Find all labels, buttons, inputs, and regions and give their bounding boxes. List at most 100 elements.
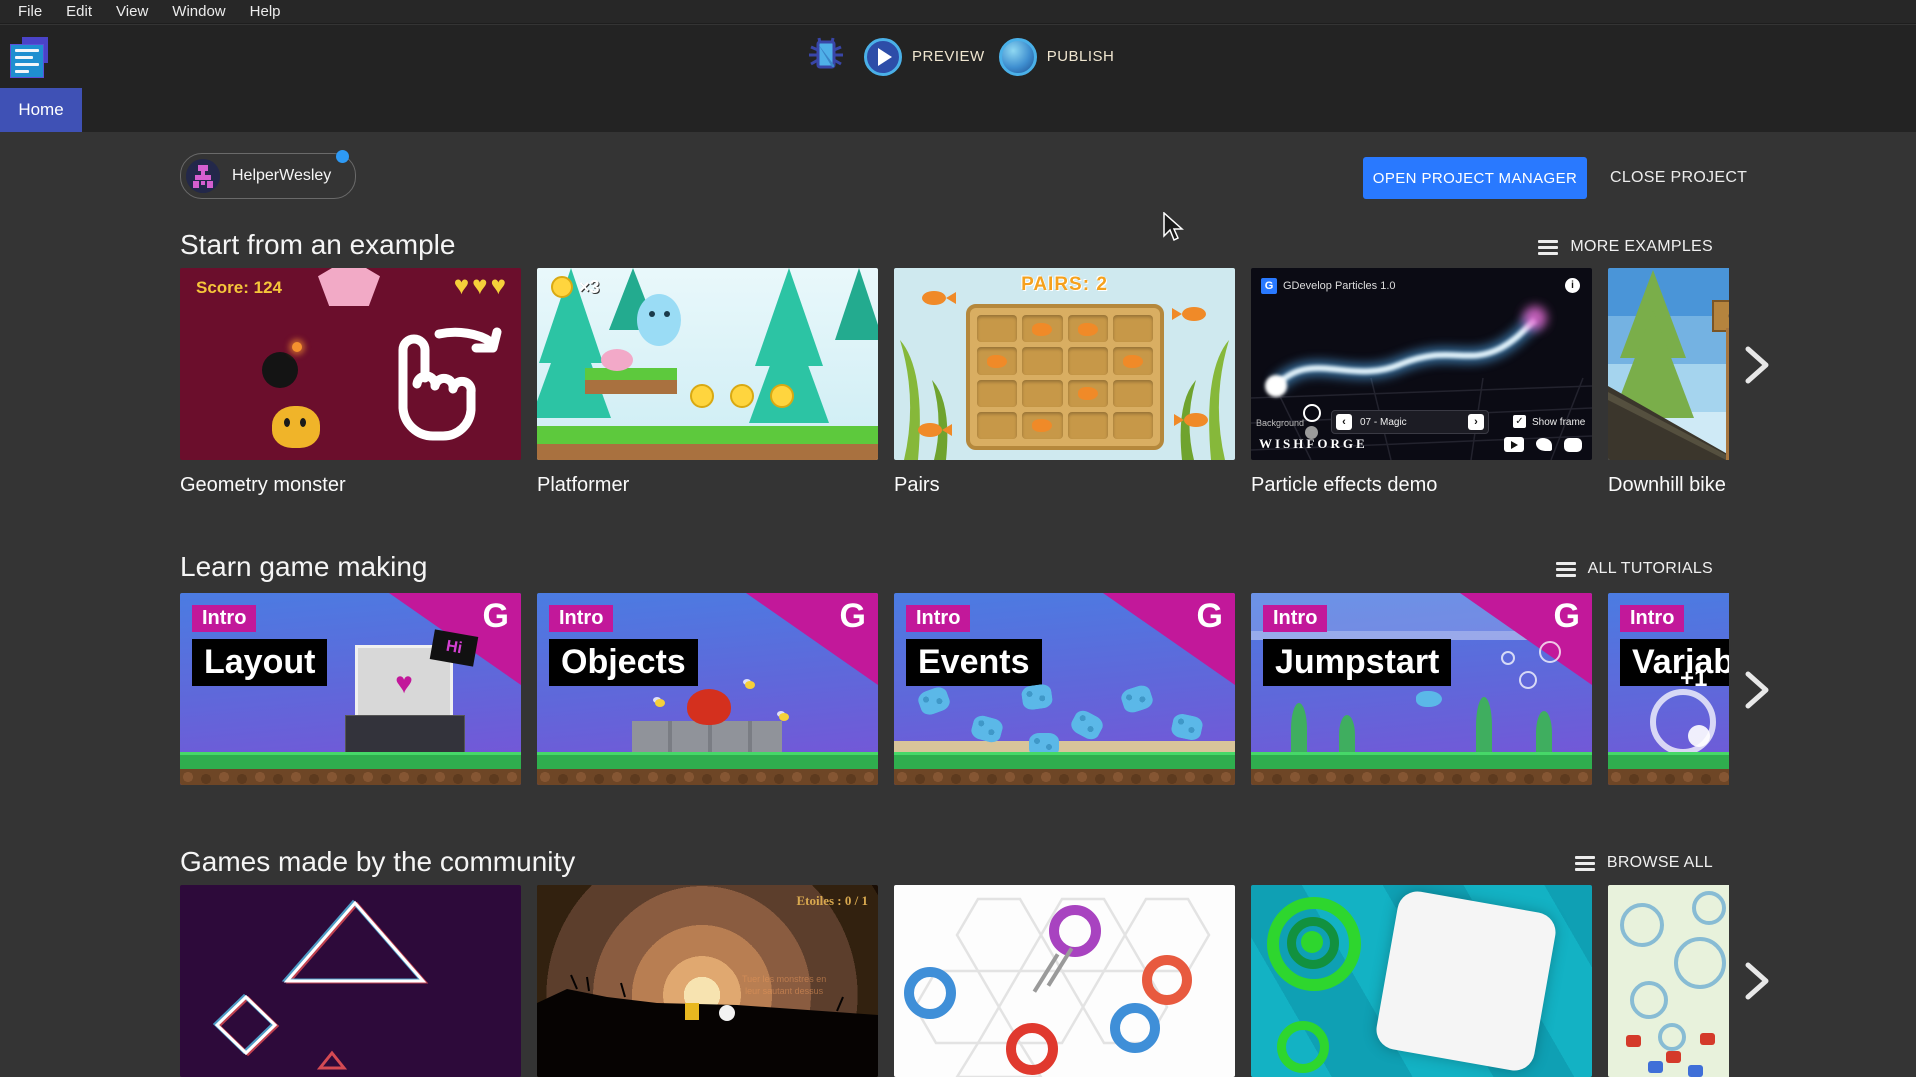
bee [655,699,665,707]
bubble-ring [1650,689,1716,755]
example-card-geometry-monster[interactable]: Score: 124 ♥♥♥ Geometry monster [180,268,521,497]
publish-button[interactable]: PUBLISH [999,38,1115,76]
user-profile-chip[interactable]: HelperWesley [180,153,356,199]
community-card-teal-shapes[interactable] [1251,885,1592,1077]
tab-home[interactable]: Home [0,88,82,132]
tutorial-title: Objects [549,639,698,686]
bomb-spark [292,342,302,352]
dirt-strip [180,769,521,785]
notification-dot [336,150,349,163]
lava-creature [687,689,731,725]
pairs-score-header: PAIRS: 2 [894,274,1235,296]
community-card-neon-triangles[interactable] [180,885,521,1077]
blue-ring [904,967,956,1019]
pairs-board [966,304,1164,450]
gdevelop-g-icon: G [1197,597,1223,636]
gdevelop-mini-logo: G [1261,278,1277,294]
prev-effect-icon: ‹ [1336,414,1352,430]
intro-badge: Intro [1620,605,1684,632]
close-project-button[interactable]: CLOSE PROJECT [1596,157,1761,199]
community-card-sunset-platformer[interactable]: Etoiles : 0 / 1 Tuer les monstres en leu… [537,885,878,1077]
intro-objects-thumbnail: G Intro Objects [537,593,878,785]
section-title-examples: Start from an example [180,229,455,261]
intro-events-thumbnail: G Intro Events [894,593,1235,785]
browse-all-link[interactable]: BROWSE ALL [1575,854,1713,872]
sunset-platformer-thumbnail: Etoiles : 0 / 1 Tuer les monstres en leu… [537,885,878,1077]
menu-help[interactable]: Help [238,0,293,24]
card-title: Particle effects demo [1251,474,1592,497]
social-icons [1504,437,1582,452]
particle-overlay-title: GDevelop Particles 1.0 [1283,280,1396,292]
menu-file[interactable]: File [6,0,54,24]
blue-creature [1688,1065,1703,1077]
tutorial-card-objects[interactable]: G Intro Objects [537,593,878,785]
tutorials-next-arrow[interactable] [1742,669,1772,711]
gdevelop-logo-icon[interactable] [8,37,52,81]
blue-creature [1068,707,1106,742]
publish-sphere-icon [999,38,1037,76]
dirt-strip [1251,769,1592,785]
example-card-pairs[interactable]: PAIRS: 2 Pairs [894,268,1235,497]
community-card-hexagon-rings[interactable] [894,885,1235,1077]
red-creature [1626,1035,1641,1047]
bubble-dot [1688,725,1710,747]
bubble-ring [1674,937,1726,989]
downhill-scene [1608,268,1729,460]
debug-bug-icon[interactable] [806,35,846,78]
list-icon [1538,240,1558,255]
preview-label: PREVIEW [912,48,985,65]
wishforge-brand: WISHFORGE [1259,436,1368,452]
blue-creature [1119,683,1155,715]
etoiles-score: Etoiles : 0 / 1 [797,893,869,909]
section-title-community: Games made by the community [180,846,575,878]
toolbar: PREVIEW PUBLISH [0,25,1916,88]
community-card-bubble-creatures[interactable] [1608,885,1729,1077]
discord-icon [1564,438,1582,452]
bee [779,713,789,721]
red-ring [1006,1023,1058,1075]
next-effect-icon: › [1468,414,1484,430]
community-next-arrow[interactable] [1742,960,1772,1002]
white-orb [719,1005,735,1021]
tutorial-card-events[interactable]: G Intro Events [894,593,1235,785]
pink-pentagon-shape [318,268,380,306]
more-examples-link[interactable]: MORE EXAMPLES [1538,238,1713,256]
seaweed [1536,711,1552,755]
menu-window[interactable]: Window [160,0,237,24]
example-card-particle-effects[interactable]: G GDevelop Particles 1.0 i Background ‹ … [1251,268,1592,497]
all-tutorials-link[interactable]: ALL TUTORIALS [1556,560,1713,578]
youtube-icon [1504,437,1524,452]
menu-edit[interactable]: Edit [54,0,104,24]
seaweed [1339,715,1355,755]
tutorial-card-layout[interactable]: G Intro Layout ♥ Hi [180,593,521,785]
preview-button[interactable]: PREVIEW [864,38,985,76]
examples-next-arrow[interactable] [1742,344,1772,386]
blue-creature [1170,712,1204,742]
list-icon [1556,562,1576,577]
example-card-downhill-bike[interactable]: G Downhill bike [1608,268,1729,497]
logo-front-page [10,44,44,78]
open-project-manager-button[interactable]: OPEN PROJECT MANAGER [1363,157,1587,199]
teal-shapes-thumbnail [1251,885,1592,1077]
green-bullseye-center [1301,931,1323,953]
twitter-icon [1536,438,1552,451]
example-card-platformer[interactable]: ×3 Platformer [537,268,878,497]
downhill-bike-thumbnail: G [1608,268,1729,460]
community-card-row: Etoiles : 0 / 1 Tuer les monstres en leu… [180,885,1729,1077]
list-icon [1575,856,1595,871]
gdevelop-g-icon: G [1554,597,1580,636]
section-title-tutorials: Learn game making [180,551,427,583]
white-square [1373,888,1558,1073]
publish-label: PUBLISH [1047,48,1115,65]
sign-post [1726,328,1729,460]
gdevelop-g-icon: G [840,597,866,636]
tutorial-card-jumpstart[interactable]: G Intro Jumpstart [1251,593,1592,785]
blue-ring [1110,1003,1160,1053]
blue-creature [1648,1061,1663,1073]
show-frame-checkbox: ✓ [1513,415,1526,428]
tab-bar: Home [0,88,1916,132]
bubble [1501,651,1515,665]
tutorial-card-variables[interactable]: G Intro Variables +1 [1608,593,1729,785]
score-text: Score: 124 [196,278,282,298]
menu-view[interactable]: View [104,0,160,24]
